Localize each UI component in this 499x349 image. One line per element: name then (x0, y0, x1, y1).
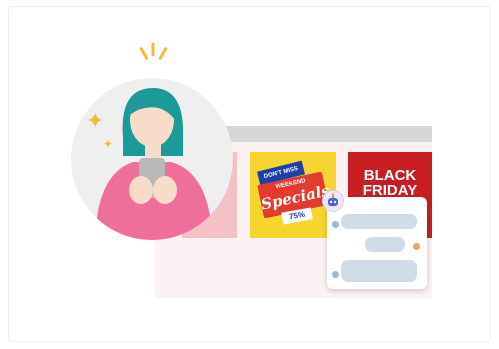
ray-accent (151, 42, 155, 57)
sparkle-icon: ✦ (103, 137, 114, 151)
chat-bubble-incoming (341, 214, 417, 229)
chat-avatar-bot-dot (332, 271, 339, 278)
person-illustration (95, 88, 213, 240)
person-avatar-circle (71, 78, 233, 240)
chat-avatar-bot-dot (332, 221, 339, 228)
sparkle-icon: ✦ (86, 108, 105, 133)
chat-bubble-outgoing (365, 237, 405, 252)
bot-icon (322, 190, 344, 212)
chat-bubble-incoming (341, 260, 417, 282)
black-friday-line2: FRIDAY (362, 182, 418, 199)
chat-avatar-user-dot (413, 243, 420, 250)
black-friday-line1: BLACK (363, 167, 417, 184)
